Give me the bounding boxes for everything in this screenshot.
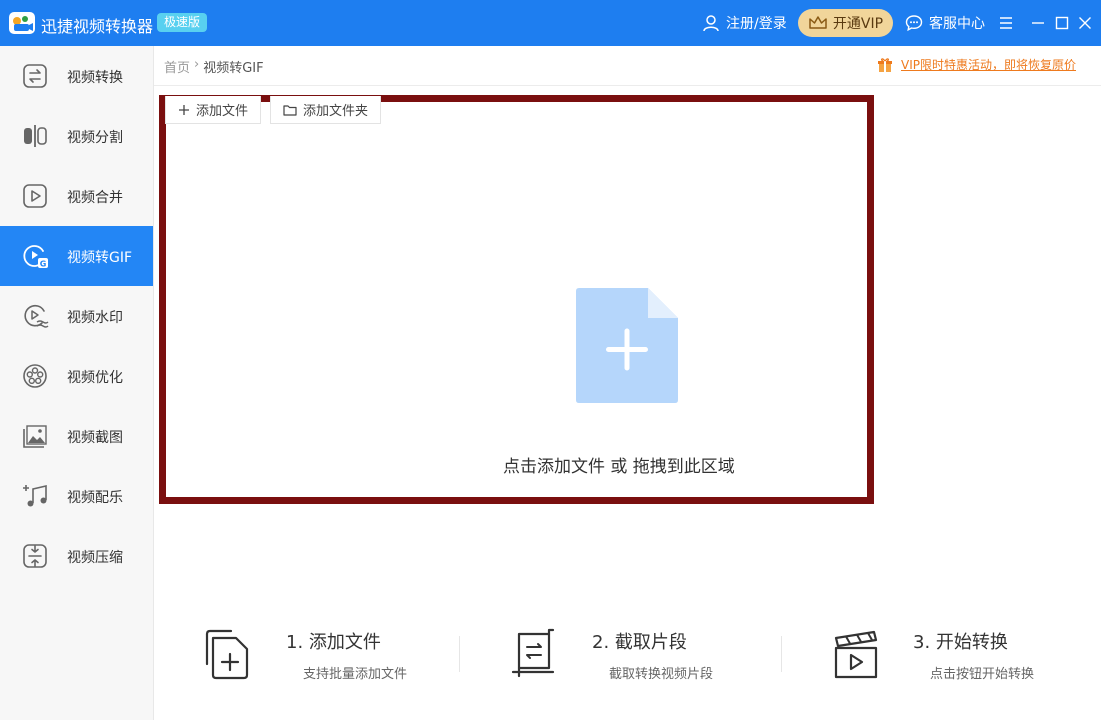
close-icon [1079,17,1091,29]
vip-promo-link[interactable]: VIP限时特惠活动，即将恢复原价 [877,56,1076,73]
sidebar-item-label: 视频转GIF [67,250,133,266]
compress-icon [23,544,47,568]
sidebar-item-label: 视频转换 [67,70,123,86]
minimize-button[interactable] [1028,13,1048,33]
step-description: 支持批量添加文件 [303,667,408,682]
add-file-document-icon[interactable] [576,288,678,403]
step-title: 1. 添加文件 [286,632,381,653]
sidebar-item-video-compress[interactable]: 视频压缩 [0,526,153,586]
vip-label: 开通VIP [832,16,884,32]
sidebar-item-video-split[interactable]: 视频分割 [0,106,153,166]
promo-text: VIP限时特惠活动，即将恢复原价 [901,58,1076,72]
step-description: 截取转换视频片段 [609,667,714,682]
sidebar-item-label: 视频优化 [67,370,123,386]
add-files-icon [205,629,249,680]
drop-zone-hint: 点击添加文件 或 拖拽到此区域 [503,457,735,477]
clapperboard-play-icon [834,630,878,679]
sidebar-item-video-screenshot[interactable]: 视频截图 [0,406,153,466]
service-button[interactable]: 客服中心 [905,13,985,33]
trim-clip-icon [511,628,555,678]
service-label: 客服中心 [929,16,985,32]
sidebar-item-video-convert[interactable]: 视频转换 [0,46,153,106]
plus-icon [179,104,189,115]
step-clip-segment: 2. 截取片段 截取转换视频片段 [509,624,749,684]
add-folder-label: 添加文件夹 [303,104,369,119]
gift-icon [878,57,892,72]
breadcrumb-home[interactable]: 首页 [164,57,190,76]
image-icon [23,425,47,448]
edition-badge: 极速版 [157,13,208,32]
folder-icon [283,104,297,116]
login-button[interactable]: 注册/登录 [702,13,787,33]
svg-text:G: G [40,260,47,269]
split-icon [24,125,47,147]
step-description: 点击按钮开始转换 [930,667,1035,682]
user-icon [703,15,719,32]
step-start-convert: 3. 开始转换 点击按钮开始转换 [830,624,1070,684]
breadcrumb-separator: › [194,57,200,72]
minimize-icon [1032,22,1044,24]
hamburger-menu-icon [1000,17,1012,29]
title-bar: 迅捷视频转换器 极速版 注册/登录 开通VIP 客服中心 [0,0,1101,46]
breadcrumb: 首页 › 视频转GIF [164,57,264,76]
sidebar-item-label: 视频水印 [67,310,123,326]
sidebar-item-label: 视频截图 [67,430,123,446]
crown-icon [809,16,827,29]
file-drop-zone[interactable] [159,95,874,504]
sidebar-item-label: 视频压缩 [67,550,123,566]
chat-bubble-icon [905,15,923,32]
gif-icon: G [23,245,48,269]
merge-icon [23,184,47,208]
breadcrumb-current: 视频转GIF [203,61,264,76]
app-window: 迅捷视频转换器 极速版 注册/登录 开通VIP 客服中心 视频转换 视频分割 视… [0,0,1101,720]
sidebar-item-video-optimize[interactable]: 视频优化 [0,346,153,406]
add-file-label: 添加文件 [196,104,249,119]
film-reel-icon [23,364,47,388]
sidebar-item-video-watermark[interactable]: 视频水印 [0,286,153,346]
sidebar-item-video-merge[interactable]: 视频合并 [0,166,153,226]
sidebar-item-label: 视频合并 [67,190,123,206]
maximize-button[interactable] [1052,13,1072,33]
app-title: 迅捷视频转换器 [41,17,154,36]
step-add-file: 1. 添加文件 支持批量添加文件 [203,624,443,684]
vip-button[interactable]: 开通VIP [798,9,893,37]
sidebar-item-video-music[interactable]: 视频配乐 [0,466,153,526]
step-divider [781,636,782,672]
add-file-button[interactable]: 添加文件 [165,96,262,124]
header-divider [154,85,1101,86]
sidebar-item-video-gif[interactable]: G 视频转GIF [0,226,153,286]
sidebar-item-label: 视频配乐 [67,490,123,506]
add-folder-button[interactable]: 添加文件夹 [270,96,382,124]
app-logo-icon [9,12,35,34]
sidebar: 视频转换 视频分割 视频合并 G 视频转GIF 视频水印 视频优化 视频截图 视… [0,46,154,720]
close-button[interactable] [1075,13,1095,33]
convert-icon [23,64,47,88]
music-note-icon [23,484,47,507]
step-divider [459,636,460,672]
sidebar-item-label: 视频分割 [67,130,123,146]
step-title: 2. 截取片段 [592,632,687,653]
maximize-icon [1055,16,1069,30]
watermark-icon [24,304,49,328]
menu-button[interactable] [996,13,1016,33]
login-label: 注册/登录 [726,16,787,32]
step-title: 3. 开始转换 [913,632,1008,653]
